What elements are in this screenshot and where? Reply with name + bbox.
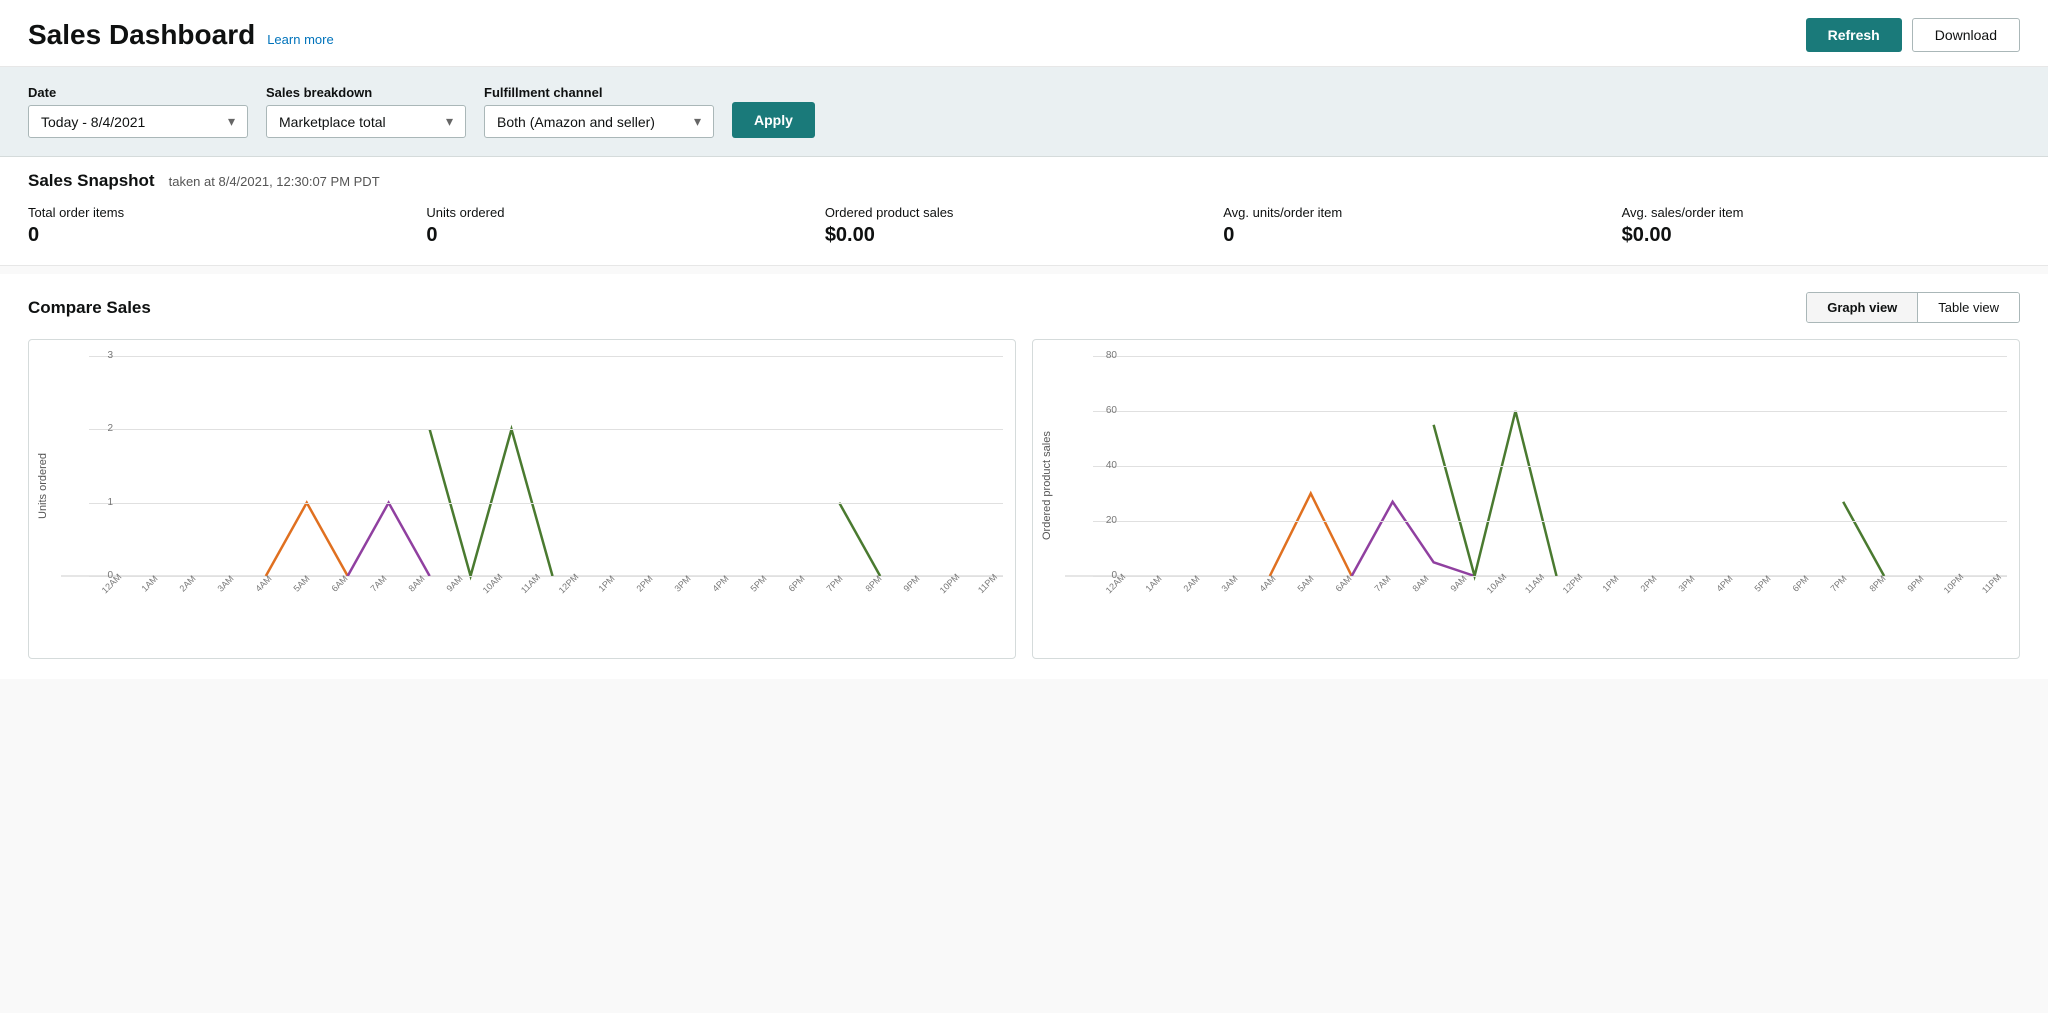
grid-line: 1 (89, 503, 1003, 504)
snapshot-metrics: Total order items 0Units ordered 0Ordere… (28, 205, 2020, 247)
metric-label: Avg. units/order item (1223, 205, 1597, 220)
grid-line: 60 (1093, 411, 2007, 412)
metric-label: Avg. sales/order item (1622, 205, 1996, 220)
metric-value: $0.00 (1622, 224, 1996, 247)
grid-line: 3 (89, 356, 1003, 357)
metric-item: Units ordered 0 (426, 205, 824, 247)
channel-select[interactable]: Both (Amazon and seller) ▾ (484, 105, 714, 138)
breakdown-filter-group: Sales breakdown Marketplace total ▾ (266, 85, 466, 138)
snapshot-header: Sales Snapshot taken at 8/4/2021, 12:30:… (28, 171, 2020, 191)
grid-line: 2 (89, 429, 1003, 430)
y-tick-label: 20 (1093, 515, 1117, 526)
metric-label: Ordered product sales (825, 205, 1199, 220)
metric-value: 0 (426, 224, 800, 247)
channel-chevron-icon: ▾ (694, 113, 701, 130)
compare-section: Compare Sales Graph view Table view Unit… (0, 274, 2048, 679)
date-label: Date (28, 85, 248, 100)
breakdown-value: Marketplace total (279, 114, 386, 130)
channel-label: Fulfillment channel (484, 85, 714, 100)
metric-item: Avg. units/order item 0 (1223, 205, 1621, 247)
breakdown-select[interactable]: Marketplace total ▾ (266, 105, 466, 138)
metric-item: Total order items 0 (28, 205, 426, 247)
download-button[interactable]: Download (1912, 18, 2020, 52)
breakdown-label: Sales breakdown (266, 85, 466, 100)
sales-y-axis-label: Ordered product sales (1041, 356, 1061, 616)
refresh-button[interactable]: Refresh (1806, 18, 1902, 52)
units-chart-inner: 0123 12AM1AM2AM3AM4AM5AM6AM7AM8AM9AM10AM… (61, 356, 1003, 616)
learn-more-link[interactable]: Learn more (267, 32, 333, 47)
view-toggle: Graph view Table view (1806, 292, 2020, 323)
sales-chart-inner: 020406080 12AM1AM2AM3AM4AM5AM6AM7AM8AM9A… (1065, 356, 2007, 616)
metric-item: Avg. sales/order item $0.00 (1622, 205, 2020, 247)
y-tick-label: 1 (89, 497, 113, 508)
charts-row: Units ordered 0123 12AM1AM2AM3AM4AM5AM6A… (28, 339, 2020, 679)
y-tick-label: 40 (1093, 460, 1117, 471)
snapshot-section: Sales Snapshot taken at 8/4/2021, 12:30:… (0, 157, 2048, 266)
compare-title: Compare Sales (28, 298, 151, 318)
units-grid-area: 0123 (61, 356, 1003, 576)
filter-bar: Date Today - 8/4/2021 ▾ Sales breakdown … (0, 67, 2048, 157)
header-left: Sales Dashboard Learn more (28, 19, 334, 51)
metric-item: Ordered product sales $0.00 (825, 205, 1223, 247)
grid-line: 20 (1093, 521, 2007, 522)
y-tick-label: 3 (89, 350, 113, 361)
page-title: Sales Dashboard (28, 19, 255, 51)
date-chevron-icon: ▾ (228, 113, 235, 130)
graph-view-button[interactable]: Graph view (1807, 293, 1917, 322)
metric-label: Total order items (28, 205, 402, 220)
sales-chart-container: Ordered product sales 020406080 12AM1AM2… (1032, 339, 2020, 659)
date-select[interactable]: Today - 8/4/2021 ▾ (28, 105, 248, 138)
grid-line: 80 (1093, 356, 2007, 357)
metric-label: Units ordered (426, 205, 800, 220)
date-value: Today - 8/4/2021 (41, 114, 145, 130)
channel-filter-group: Fulfillment channel Both (Amazon and sel… (484, 85, 714, 138)
sales-x-axis: 12AM1AM2AM3AM4AM5AM6AM7AM8AM9AM10AM11AM1… (1065, 580, 2007, 616)
apply-button[interactable]: Apply (732, 102, 815, 138)
sales-grid-area: 020406080 (1065, 356, 2007, 576)
units-x-axis: 12AM1AM2AM3AM4AM5AM6AM7AM8AM9AM10AM11AM1… (61, 580, 1003, 616)
metric-value: $0.00 (825, 224, 1199, 247)
snapshot-title: Sales Snapshot (28, 171, 155, 191)
breakdown-chevron-icon: ▾ (446, 113, 453, 130)
y-tick-label: 60 (1093, 405, 1117, 416)
header-actions: Refresh Download (1806, 18, 2020, 52)
date-filter-group: Date Today - 8/4/2021 ▾ (28, 85, 248, 138)
units-y-axis-label: Units ordered (37, 356, 57, 616)
metric-value: 0 (28, 224, 402, 247)
sales-chart-wrap: Ordered product sales 020406080 12AM1AM2… (1041, 356, 2007, 616)
snapshot-time: taken at 8/4/2021, 12:30:07 PM PDT (169, 174, 380, 189)
metric-value: 0 (1223, 224, 1597, 247)
units-chart-container: Units ordered 0123 12AM1AM2AM3AM4AM5AM6A… (28, 339, 1016, 659)
units-chart-svg (61, 356, 1003, 576)
grid-line: 40 (1093, 466, 2007, 467)
y-tick-label: 80 (1093, 350, 1117, 361)
page-header: Sales Dashboard Learn more Refresh Downl… (0, 0, 2048, 67)
y-tick-label: 2 (89, 423, 113, 434)
table-view-button[interactable]: Table view (1917, 293, 2019, 322)
compare-header: Compare Sales Graph view Table view (28, 292, 2020, 323)
channel-value: Both (Amazon and seller) (497, 114, 655, 130)
units-chart-wrap: Units ordered 0123 12AM1AM2AM3AM4AM5AM6A… (37, 356, 1003, 616)
